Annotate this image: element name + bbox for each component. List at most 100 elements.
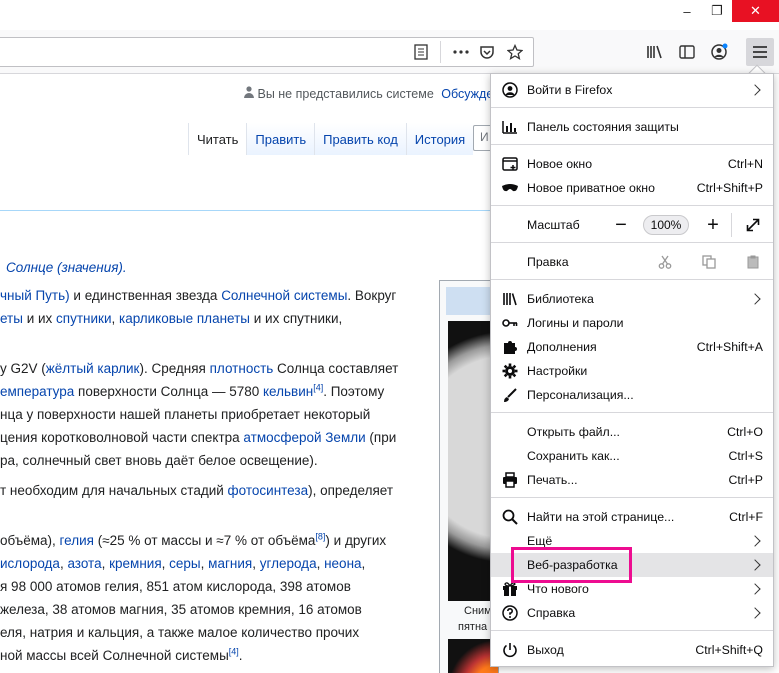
zoom-reset-button[interactable]: 100% [643,215,689,235]
menu-save-as[interactable]: Сохранить как... Ctrl+S [491,444,773,468]
more-icon[interactable] [449,40,473,64]
menu-new-window[interactable]: Новое окно Ctrl+N [491,152,773,176]
menu-print[interactable]: Печать... Ctrl+P [491,468,773,492]
bookmark-star-icon[interactable] [503,40,527,64]
zoom-in-button[interactable]: + [701,213,725,237]
zoom-out-button[interactable]: − [609,213,633,237]
text-run: (≈25 % от массы и ≈7 % от объёма [93,533,316,548]
density-link[interactable]: плотность [210,361,274,376]
menu-print-label: Печать... [527,473,578,487]
oxygen-link[interactable]: ислорода [0,556,60,571]
menu-edit-label: Правка [527,255,569,269]
tab-read[interactable]: Читать [188,123,247,155]
menu-customize-label: Персонализация... [527,388,634,402]
reference-link[interactable]: [4] [313,383,323,393]
discussion-link[interactable]: Обсужде [441,87,493,101]
chevron-right-icon [749,607,761,619]
minimize-button[interactable]: – [672,0,702,22]
menu-sign-in[interactable]: Войти в Firefox [491,78,773,102]
menu-help[interactable]: Справка [491,601,773,625]
menu-zoom-row: Масштаб − 100% + [491,213,773,237]
account-icon[interactable] [707,40,731,64]
shortcut-text: Ctrl+Shift+A [696,340,763,354]
menu-find[interactable]: Найти на этой странице... Ctrl+F [491,505,773,529]
library-icon[interactable] [643,40,667,64]
menu-separator [491,630,773,631]
text-run: объёма), [0,533,60,548]
tab-edit[interactable]: Править [246,123,315,155]
paragraph-line: чный Путь) и единственная звезда Солнечн… [0,285,396,308]
close-button[interactable]: ✕ [732,0,779,22]
tab-history[interactable]: История [405,123,474,155]
kelvin-link[interactable]: кельвин [263,384,313,399]
menu-exit[interactable]: Выход Ctrl+Shift+Q [491,638,773,662]
gear-icon [501,362,519,380]
paragraph-line: еты и их спутники, карликовые планеты и … [0,308,342,331]
menu-protections[interactable]: Панель состояния защиты [491,115,773,139]
menu-new-private-window[interactable]: Новое приватное окно Ctrl+Shift+P [491,176,773,200]
menu-logins[interactable]: Логины и пароли [491,311,773,335]
text-run: т необходим для начальных стадий [0,483,228,498]
text-run: и единственная звезда [69,288,222,303]
shortcut-text: Ctrl+N [727,157,763,171]
planets-link[interactable]: еты [0,311,23,326]
menu-settings[interactable]: Настройки [491,359,773,383]
page-tabs: Читать Править Править код История [188,123,474,155]
menu-edit-row: Правка [491,250,773,274]
paragraph-line: y G2V (жёлтый карлик). Средняя плотность… [0,358,398,381]
sidebar-icon[interactable] [675,40,699,64]
menu-new-private-label: Новое приватное окно [527,181,655,195]
helium-link[interactable]: гелия [60,533,94,548]
menu-addons[interactable]: Дополнения Ctrl+Shift+A [491,335,773,359]
menu-separator [491,412,773,413]
menu-library[interactable]: Библиотека [491,287,773,311]
carbon-link[interactable]: углерода [260,556,317,571]
temperature-link[interactable]: емпература [0,384,74,399]
milky-way-link[interactable]: чный Путь) [0,288,70,303]
magnesium-link[interactable]: магния [208,556,252,571]
text-run: , [111,311,119,326]
text-run: и их [22,311,57,326]
paragraph-line: еля, натрия и кальция, а также малое кол… [0,625,360,640]
sunspot-link[interactable]: пятна [458,621,487,633]
yellow-dwarf-link[interactable]: жёлтый карлик [46,361,140,376]
menu-separator [491,242,773,243]
sulfur-link[interactable]: серы [169,556,200,571]
menu-new-window-label: Новое окно [527,157,593,171]
paragraph-line: ной массы всей Солнечной системы[4]. [0,645,243,668]
restore-button[interactable]: ❐ [702,0,732,22]
chevron-right-icon [749,583,761,595]
photosynthesis-link[interactable]: фотосинтеза [228,483,309,498]
nitrogen-link[interactable]: азота [67,556,101,571]
url-bar[interactable] [0,37,534,67]
copy-icon[interactable] [697,250,721,274]
pocket-icon[interactable] [475,40,499,64]
menu-separator [491,205,773,206]
satellites-link[interactable]: спутники [56,311,111,326]
chevron-right-icon [749,293,761,305]
puzzle-icon [501,338,519,356]
paintbrush-icon [501,386,519,404]
neon-link[interactable]: неона [324,556,361,571]
shortcut-text: Ctrl+Shift+P [696,181,763,195]
dwarf-planets-link[interactable]: карликовые планеты [119,311,250,326]
menu-open-file[interactable]: Открыть файл... Ctrl+O [491,420,773,444]
menu-customize[interactable]: Персонализация... [491,383,773,407]
text-run: ). Средняя [139,361,210,376]
printer-icon [501,471,519,489]
menu-icon[interactable] [746,38,774,66]
reference-link[interactable]: [4] [229,647,239,657]
reference-link[interactable]: [8] [315,532,325,542]
tab-edit-source[interactable]: Править код [314,123,406,155]
cut-icon[interactable] [653,250,677,274]
reader-view-icon[interactable] [409,40,433,64]
earth-atmosphere-link[interactable]: атмосферой Земли [243,430,365,445]
silicon-link[interactable]: кремния [109,556,162,571]
menu-library-label: Библиотека [527,292,594,306]
hatnote-link[interactable]: Солнце (значения). [6,260,127,275]
fullscreen-icon[interactable] [741,213,765,237]
paste-icon[interactable] [741,250,765,274]
text-run: цения коротковолновой части спектра [0,430,244,445]
solar-system-link[interactable]: Солнечной системы [221,288,347,303]
menu-addons-label: Дополнения [527,340,597,354]
